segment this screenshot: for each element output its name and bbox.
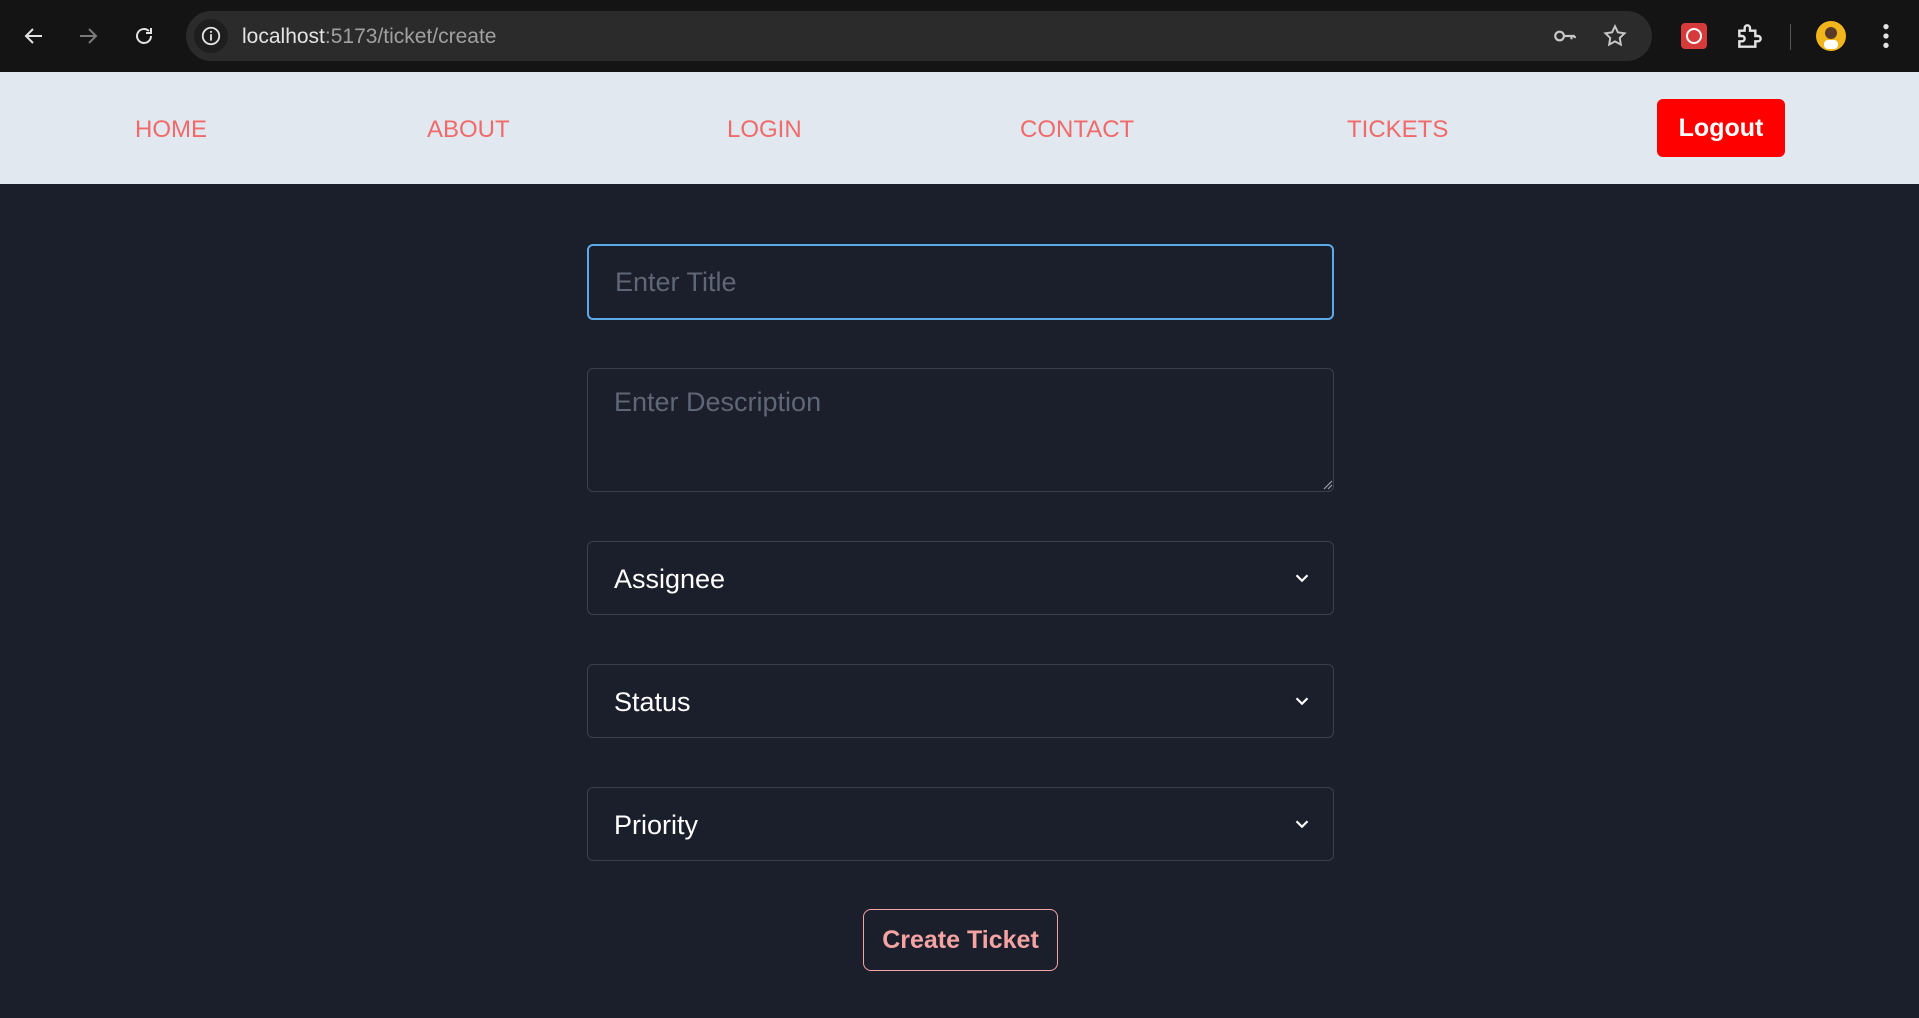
extension-app-icon[interactable] (1678, 20, 1710, 52)
browser-toolbar: localhost:5173/ticket/create (0, 0, 1919, 72)
forward-icon[interactable] (68, 16, 108, 56)
resize-grip-icon[interactable] (1321, 478, 1333, 490)
chevron-down-icon (1295, 697, 1309, 706)
status-select-label: Status (614, 687, 691, 717)
url-path: :5173/ticket/create (324, 25, 497, 48)
url-host: localhost (242, 25, 325, 48)
assignee-select-label: Assignee (614, 564, 726, 594)
logout-button[interactable]: Logout (1657, 99, 1785, 157)
status-select[interactable]: Status (587, 664, 1334, 738)
nav-link-tickets[interactable]: TICKETS (1347, 116, 1448, 144)
description-textarea[interactable] (587, 368, 1334, 492)
app-navbar: HOME ABOUT LOGIN CONTACT TICKETS Logout (0, 72, 1919, 184)
reload-icon[interactable] (124, 16, 164, 56)
back-icon[interactable] (14, 16, 54, 56)
site-info-icon[interactable] (194, 19, 228, 53)
chevron-down-icon (1295, 574, 1309, 583)
menu-kebab-icon[interactable] (1870, 20, 1902, 52)
url-text[interactable]: localhost:5173/ticket/create (242, 25, 497, 49)
extensions-puzzle-icon[interactable] (1734, 20, 1766, 52)
address-bar[interactable]: localhost:5173/ticket/create (186, 11, 1652, 61)
profile-avatar-icon[interactable] (1815, 20, 1847, 52)
password-key-icon[interactable] (1552, 23, 1578, 49)
bookmark-star-icon[interactable] (1602, 23, 1628, 49)
chevron-down-icon (1295, 820, 1309, 829)
nav-link-home[interactable]: HOME (135, 116, 207, 144)
toolbar-divider (1790, 24, 1791, 50)
priority-select-label: Priority (614, 810, 699, 840)
nav-link-about[interactable]: ABOUT (427, 116, 510, 144)
title-input[interactable] (587, 244, 1334, 320)
priority-select[interactable]: Priority (587, 787, 1334, 861)
nav-link-contact[interactable]: CONTACT (1020, 116, 1134, 144)
nav-link-login[interactable]: LOGIN (727, 116, 802, 144)
create-ticket-button[interactable]: Create Ticket (863, 909, 1058, 971)
assignee-select[interactable]: Assignee (587, 541, 1334, 615)
